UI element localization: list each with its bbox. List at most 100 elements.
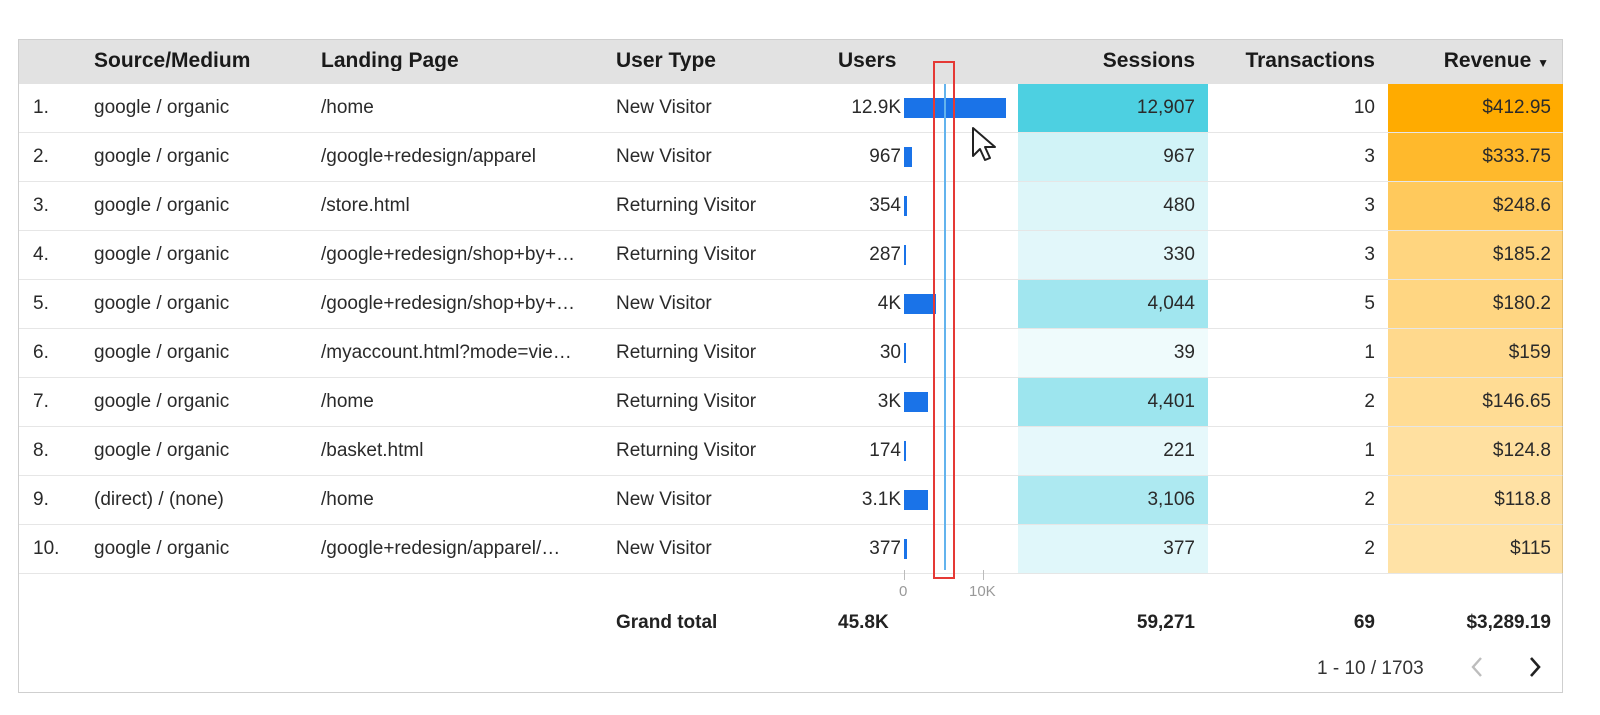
sessions-value: 12,907 [1136, 98, 1195, 118]
table-row[interactable]: 2. google / organic/google+redesign/appar… [19, 133, 1563, 182]
users-value: 967 [869, 147, 901, 167]
transactions-value: 1 [1364, 343, 1375, 363]
source-medium: google / organic [94, 245, 230, 265]
user-type: New Visitor [616, 98, 712, 118]
data-table: Source/Medium Landing Page User Type Use… [18, 39, 1563, 693]
bar-axis-label-min: 0 [899, 583, 908, 600]
bar-axis-tick-min [904, 570, 905, 580]
users-bar [904, 294, 936, 314]
table-row[interactable]: 5. google / organic/google+redesign/shop+… [19, 280, 1563, 329]
mouse-cursor-icon [971, 126, 1001, 171]
users-bar [904, 441, 906, 461]
revenue-value: $159 [1508, 343, 1551, 363]
source-medium: google / organic [94, 196, 230, 216]
transactions-value: 2 [1364, 539, 1375, 559]
transactions-value: 2 [1364, 490, 1375, 510]
source-medium: (direct) / (none) [94, 490, 224, 510]
users-value: 30 [879, 343, 901, 363]
table-row[interactable]: 8. google / organic/basket.html Returning … [19, 427, 1563, 476]
transactions-value: 3 [1364, 196, 1375, 216]
users-bar [904, 490, 929, 510]
chevron-left-icon[interactable] [1467, 654, 1487, 686]
users-bar [904, 196, 907, 216]
landing-page: /store.html [321, 196, 410, 216]
table-row[interactable]: 3. google / organic/store.html Returning V… [19, 182, 1563, 231]
source-medium: google / organic [94, 343, 230, 363]
transactions-value: 3 [1364, 147, 1375, 167]
header-sessions[interactable]: Sessions [1029, 51, 1195, 71]
table-row[interactable]: 7. google / organic/home Returning Visitor… [19, 378, 1563, 427]
chevron-right-icon[interactable] [1525, 654, 1545, 686]
table-row[interactable]: 4. google / organic/google+redesign/shop+… [19, 231, 1563, 280]
user-type: Returning Visitor [616, 441, 757, 461]
transactions-value: 5 [1364, 294, 1375, 314]
landing-page: /google+redesign/apparel/… [321, 539, 561, 559]
users-value: 377 [869, 539, 901, 559]
user-type: New Visitor [616, 539, 712, 559]
source-medium: google / organic [94, 98, 230, 118]
users-bar [904, 147, 912, 167]
table-header: Source/Medium Landing Page User Type Use… [19, 40, 1562, 84]
users-bar [904, 539, 907, 559]
landing-page: /google+redesign/apparel [321, 147, 536, 167]
sessions-value: 4,401 [1147, 392, 1195, 412]
header-user-type[interactable]: User Type [616, 51, 796, 71]
users-bar [904, 245, 907, 265]
sessions-value: 4,044 [1147, 294, 1195, 314]
user-type: New Visitor [616, 147, 712, 167]
sessions-value: 330 [1163, 245, 1195, 265]
source-medium: google / organic [94, 392, 230, 412]
row-index: 9. [33, 490, 49, 510]
landing-page: /google+redesign/shop+by+… [321, 245, 576, 265]
header-transactions[interactable]: Transactions [1209, 51, 1375, 71]
source-medium: google / organic [94, 147, 230, 167]
header-revenue-label: Revenue [1443, 51, 1532, 72]
source-medium: google / organic [94, 294, 230, 314]
row-index: 4. [33, 245, 49, 265]
user-type: New Visitor [616, 294, 712, 314]
table-row[interactable]: 1. google / organic/home New Visitor 12.9K 1… [19, 84, 1563, 133]
grand-total-label: Grand total [616, 613, 718, 633]
sessions-value: 3,106 [1147, 490, 1195, 510]
user-type: New Visitor [616, 490, 712, 510]
transactions-value: 3 [1364, 245, 1375, 265]
sort-descending-icon[interactable]: ▼ [1537, 56, 1549, 70]
user-type: Returning Visitor [616, 392, 757, 412]
user-type: Returning Visitor [616, 343, 757, 363]
header-source-medium[interactable]: Source/Medium [94, 51, 294, 71]
grand-total-users: 45.8K [838, 613, 889, 633]
users-value: 3.1K [861, 490, 901, 510]
source-medium: google / organic [94, 441, 230, 461]
row-index: 8. [33, 441, 49, 461]
revenue-value: $412.95 [1482, 98, 1551, 118]
header-revenue[interactable]: Revenue ▼ [1399, 51, 1549, 73]
landing-page: /home [321, 392, 374, 412]
table-row[interactable]: 6. google / organic/myaccount.html?mode=v… [19, 329, 1563, 378]
table-row[interactable]: 9. (direct) / (none) /home New Visitor 3.1K 3… [19, 476, 1563, 525]
row-index: 1. [33, 98, 49, 118]
grand-total-transactions: 69 [1353, 613, 1375, 633]
users-bar [904, 392, 928, 412]
row-index: 7. [33, 392, 49, 412]
sessions-value: 221 [1163, 441, 1195, 461]
users-value: 4K [877, 294, 901, 314]
user-type: Returning Visitor [616, 196, 757, 216]
grand-total-sessions: 59,271 [1136, 613, 1195, 633]
revenue-value: $333.75 [1482, 147, 1551, 167]
row-index: 3. [33, 196, 49, 216]
sessions-value: 480 [1163, 196, 1195, 216]
header-users[interactable]: Users [838, 51, 928, 71]
row-index: 5. [33, 294, 49, 314]
row-index: 6. [33, 343, 49, 363]
header-landing-page[interactable]: Landing Page [321, 51, 581, 71]
table-row[interactable]: 10. google / organic/google+redesign/appa… [19, 525, 1563, 574]
revenue-value: $146.65 [1482, 392, 1551, 412]
row-index: 2. [33, 147, 49, 167]
sessions-value: 377 [1163, 539, 1195, 559]
transactions-value: 1 [1364, 441, 1375, 461]
revenue-value: $118.8 [1494, 490, 1551, 510]
highlight-box [933, 61, 955, 579]
landing-page: /basket.html [321, 441, 424, 461]
revenue-value: $124.8 [1492, 441, 1551, 461]
sessions-value: 39 [1173, 343, 1195, 363]
